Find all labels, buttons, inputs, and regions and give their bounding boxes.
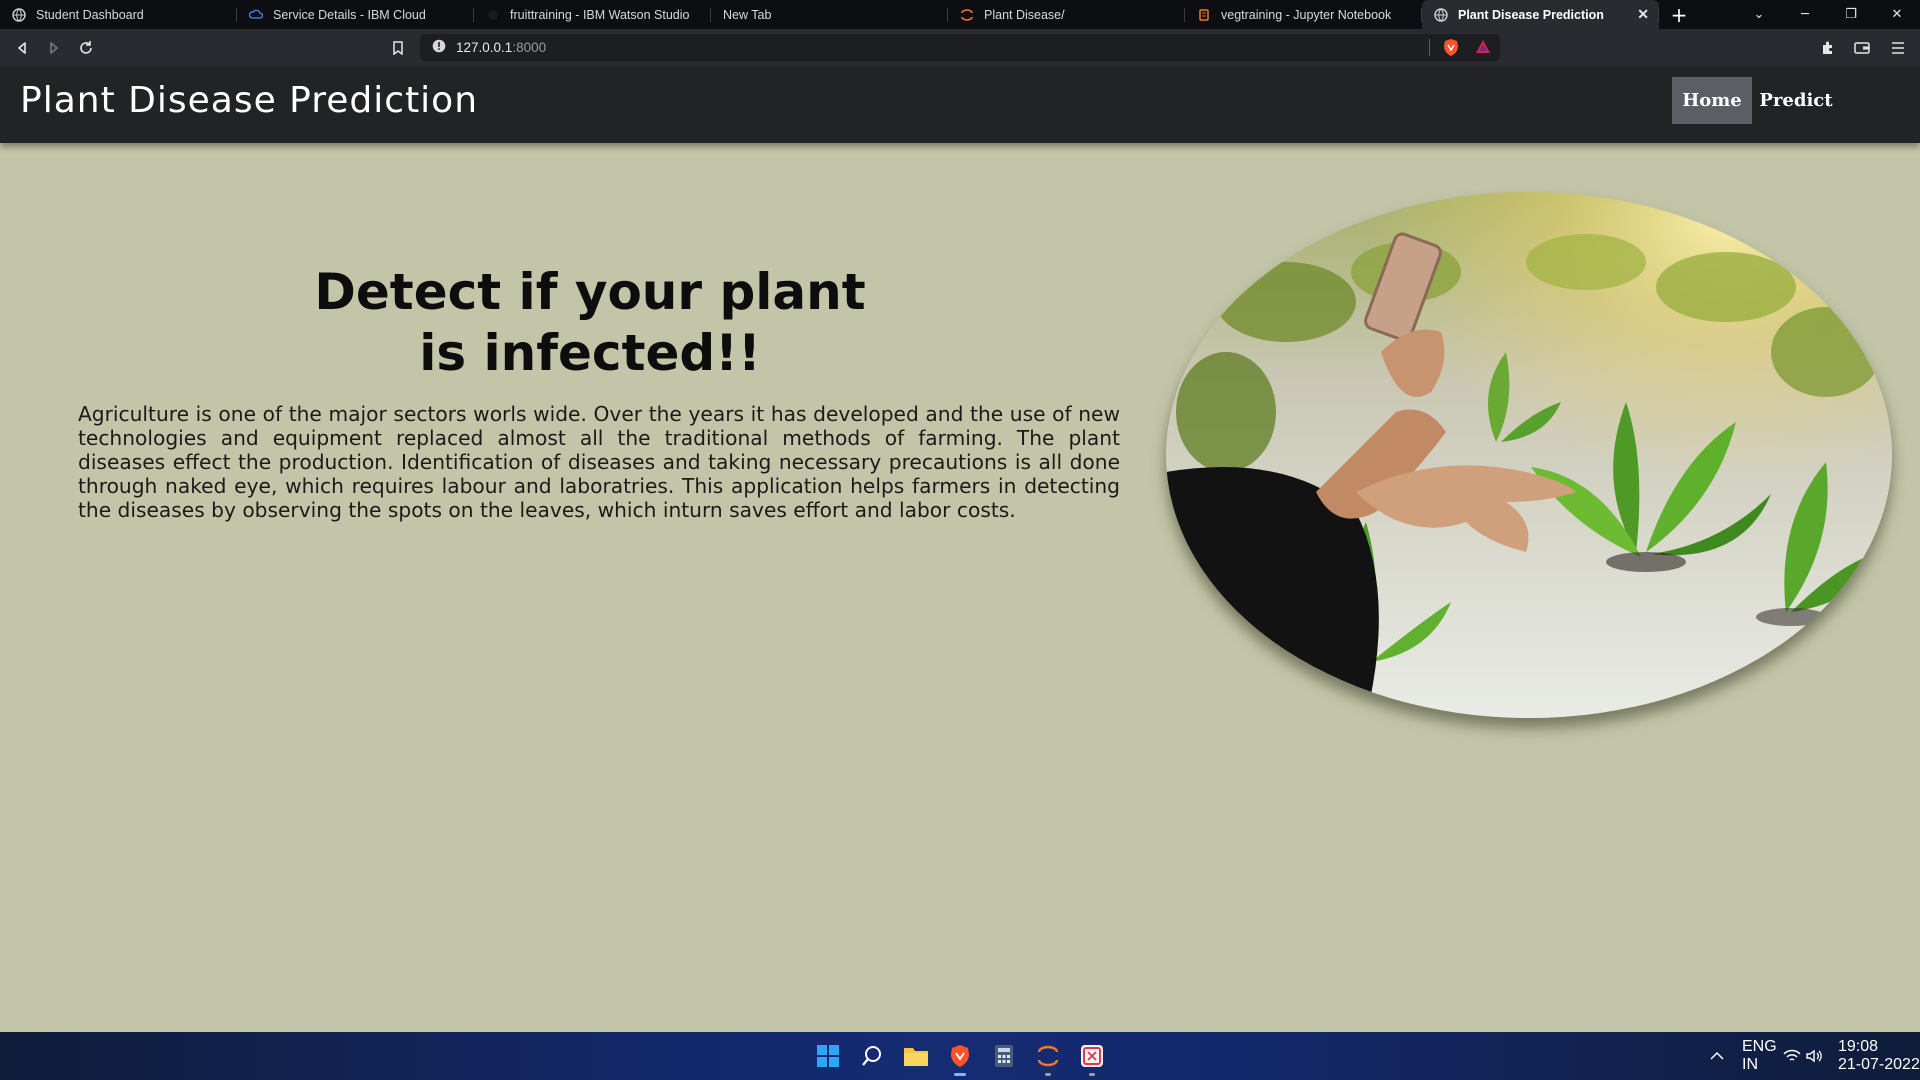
forward-icon[interactable]: [44, 38, 64, 58]
minimize-icon[interactable]: ─: [1782, 7, 1828, 22]
input-language-indicator[interactable]: ENG IN: [1742, 1032, 1777, 1080]
hero-description: Agriculture is one of the major sectors …: [78, 402, 1120, 522]
restore-icon[interactable]: ❐: [1828, 7, 1874, 22]
site-info-icon[interactable]: [432, 38, 446, 57]
close-window-icon[interactable]: ✕: [1874, 7, 1920, 22]
tab-ibm-cloud[interactable]: Service Details - IBM Cloud: [237, 0, 474, 29]
extensions-icon[interactable]: [1818, 38, 1838, 58]
nav-home-link[interactable]: Home: [1672, 77, 1752, 124]
close-tab-icon[interactable]: ✕: [1637, 6, 1649, 23]
windows-start-icon[interactable]: [814, 1042, 842, 1070]
url-port: :8000: [512, 40, 547, 55]
tab-label: Student Dashboard: [36, 7, 144, 22]
tab-label: Service Details - IBM Cloud: [273, 7, 426, 22]
brave-browser-icon[interactable]: [946, 1042, 974, 1076]
running-app-indicator: [1089, 1073, 1095, 1076]
language-code: ENG: [1742, 1038, 1777, 1055]
nav-predict-link[interactable]: Predict: [1754, 77, 1838, 124]
ibm-cloud-icon: [249, 8, 263, 22]
tab-watson-studio[interactable]: fruittraining - IBM Watson Studio: [474, 0, 711, 29]
tab-plant-disease-prediction[interactable]: Plant Disease Prediction ✕: [1422, 0, 1659, 29]
wifi-icon[interactable]: [1783, 1032, 1801, 1080]
bookmark-icon[interactable]: [388, 38, 408, 58]
address-bar[interactable]: 127.0.0.1:8000: [420, 34, 1500, 61]
tab-student-dashboard[interactable]: Student Dashboard: [0, 0, 237, 29]
globe-icon: [12, 7, 26, 22]
tab-vegtraining-notebook[interactable]: vegtraining - Jupyter Notebook: [1185, 0, 1422, 29]
brave-rewards-icon[interactable]: [1474, 38, 1492, 60]
reload-icon[interactable]: [76, 38, 96, 58]
windows-taskbar: ENG IN 19:08 21-07-2022: [0, 1032, 1920, 1080]
search-icon[interactable]: [858, 1042, 886, 1070]
hero-heading: Detect if your plant is infected!!: [290, 262, 890, 384]
site-title: Plant Disease Prediction: [20, 80, 479, 121]
calculator-icon[interactable]: [990, 1042, 1018, 1070]
tab-label: Plant Disease/: [984, 7, 1065, 22]
system-clock[interactable]: 19:08 21-07-2022: [1838, 1032, 1920, 1080]
menu-icon[interactable]: [1888, 38, 1908, 58]
region-code: IN: [1742, 1056, 1758, 1073]
browser-tab-strip: Student Dashboard Service Details - IBM …: [0, 0, 1920, 29]
tab-plant-disease-folder[interactable]: Plant Disease/: [948, 0, 1185, 29]
tab-label: vegtraining - Jupyter Notebook: [1221, 7, 1392, 22]
notebook-icon: [1197, 8, 1211, 22]
show-hidden-icons[interactable]: [1710, 1032, 1724, 1080]
hero-heading-line-2: is infected!!: [419, 324, 761, 382]
window-controls: ⌄ ─ ❐ ✕: [1736, 0, 1920, 29]
back-icon[interactable]: [12, 38, 32, 58]
clock-date: 21-07-2022: [1838, 1056, 1920, 1073]
active-app-indicator: [954, 1073, 966, 1076]
wallet-icon[interactable]: [1852, 38, 1872, 58]
jupyter-app-icon[interactable]: [1034, 1042, 1062, 1076]
brave-shields-icon[interactable]: [1442, 38, 1460, 61]
file-explorer-icon[interactable]: [902, 1042, 930, 1070]
plant-photo: [1166, 192, 1892, 718]
volume-icon[interactable]: [1806, 1032, 1824, 1080]
tab-search-chevron-icon[interactable]: ⌄: [1736, 7, 1782, 22]
browser-toolbar: 127.0.0.1:8000: [0, 29, 1920, 66]
tab-new-tab[interactable]: New Tab: [711, 0, 948, 29]
jupyter-icon: [960, 8, 974, 22]
url-host: 127.0.0.1: [456, 40, 513, 55]
globe-icon: [1434, 7, 1448, 22]
site-navbar: Plant Disease Prediction Home Predict: [0, 66, 1920, 143]
tab-label: fruittraining - IBM Watson Studio: [510, 7, 690, 22]
running-app-indicator: [1045, 1073, 1051, 1076]
snipping-tool-icon[interactable]: [1078, 1042, 1106, 1076]
tab-label: Plant Disease Prediction: [1458, 7, 1604, 22]
watson-icon: [486, 8, 500, 22]
hero-heading-line-1: Detect if your plant: [314, 263, 866, 321]
clock-time: 19:08: [1838, 1038, 1879, 1055]
address-bar-divider: [1429, 39, 1430, 56]
tab-label: New Tab: [723, 7, 772, 22]
new-tab-button[interactable]: +: [1659, 0, 1699, 29]
